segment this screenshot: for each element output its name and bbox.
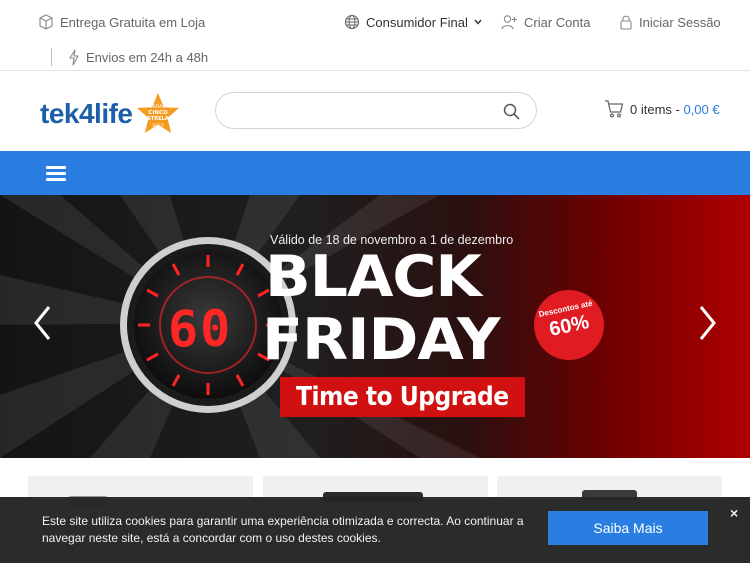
- customer-type-label: Consumidor Final: [366, 14, 468, 30]
- login-label: Iniciar Sessão: [639, 14, 721, 30]
- shipping-info: Envios em 24h a 48h: [68, 49, 208, 66]
- chevron-down-icon: [474, 19, 482, 25]
- carousel-next-arrow-icon[interactable]: [697, 303, 719, 343]
- main-navbar: [0, 151, 750, 195]
- award-badge-main2: ESTRELAS: [143, 116, 172, 122]
- cart-total: 0,00 €: [683, 101, 720, 117]
- cart-separator: -: [671, 101, 684, 117]
- search-icon[interactable]: [503, 103, 520, 120]
- top-utility-bar: Entrega Gratuita em Loja Envios em 24h a…: [0, 0, 750, 71]
- hero-title-line2: FRIDAY: [262, 306, 500, 374]
- cart-icon: [605, 100, 624, 118]
- globe-icon: [344, 14, 360, 30]
- timer-value: 60: [168, 300, 233, 358]
- search-box: [215, 92, 537, 129]
- cart-summary[interactable]: 0 items - 0,00 €: [604, 100, 720, 118]
- hero-tagline-box: Time to Upgrade: [280, 377, 525, 417]
- cookie-text: Este site utiliza cookies para garantir …: [42, 514, 524, 545]
- menu-icon[interactable]: [46, 166, 66, 181]
- add-user-icon: [501, 15, 517, 30]
- logo-text: tek4life: [40, 98, 133, 129]
- topbar-divider: [51, 48, 52, 66]
- cookie-banner: Este site utiliza cookies para garantir …: [0, 497, 750, 563]
- login-link[interactable]: Iniciar Sessão: [619, 14, 721, 30]
- lightning-icon: [69, 49, 79, 66]
- free-delivery-text: Entrega Gratuita em Loja: [60, 14, 206, 30]
- search-input[interactable]: [230, 101, 500, 121]
- hero-title-line1: BLACK: [265, 243, 482, 311]
- award-star-icon: PRÉMIO CINCO ESTRELAS 2023: [136, 93, 179, 133]
- hero-banner[interactable]: 60 Válido de 18 de novembro a 1 de dezem…: [0, 195, 750, 458]
- site-header: tek4life PRÉMIO CINCO ESTRELAS 2023 0 it…: [0, 72, 750, 151]
- carousel-prev-arrow-icon[interactable]: [31, 303, 53, 343]
- hero-tagline: Time to Upgrade: [296, 382, 509, 412]
- box-icon: [39, 14, 53, 30]
- create-account-label: Criar Conta: [524, 14, 591, 30]
- cart-items-count: 0 items: [630, 101, 672, 117]
- lock-icon: [620, 15, 632, 30]
- logo[interactable]: tek4life PRÉMIO CINCO ESTRELAS 2023: [40, 92, 181, 136]
- close-icon[interactable]: ×: [730, 506, 742, 520]
- create-account-link[interactable]: Criar Conta: [501, 14, 590, 30]
- award-badge-top: PRÉMIO: [150, 104, 166, 109]
- award-badge-year: 2023: [152, 123, 164, 129]
- free-delivery-info: Entrega Gratuita em Loja: [38, 14, 205, 30]
- shipping-text: Envios em 24h a 48h: [86, 50, 209, 65]
- customer-type-selector[interactable]: Consumidor Final: [344, 14, 482, 30]
- learn-more-button[interactable]: Saiba Mais: [548, 511, 708, 545]
